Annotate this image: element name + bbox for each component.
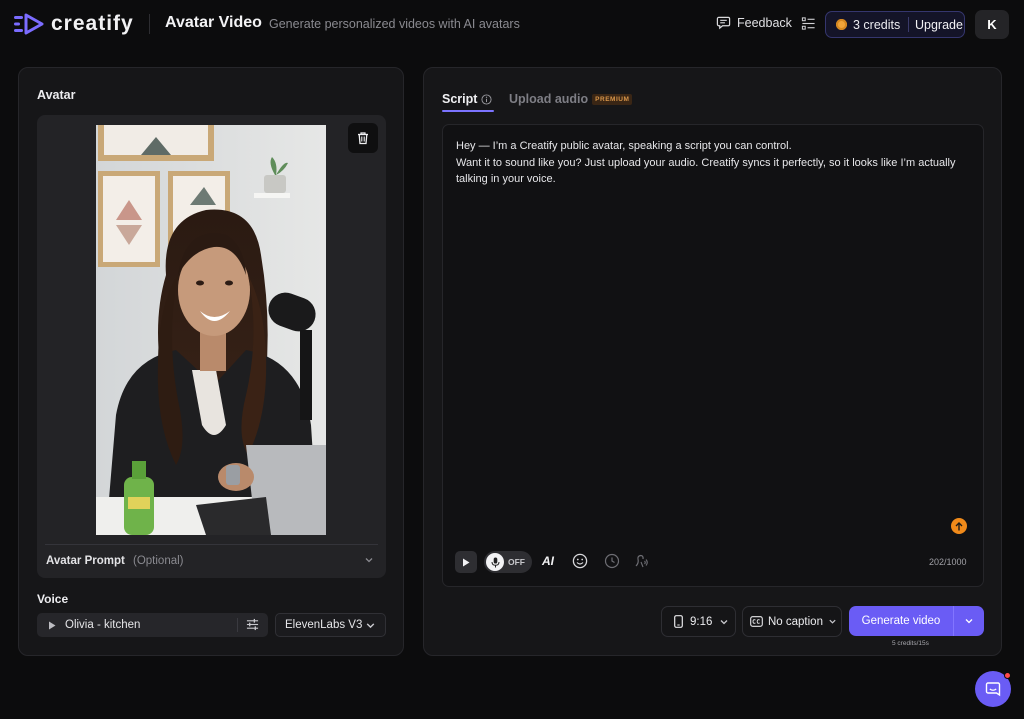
active-tab-indicator [442,110,494,112]
cc-icon [750,616,763,627]
mic-toggle[interactable]: OFF [484,551,532,573]
aspect-ratio-label: 9:16 [690,615,713,628]
credits-indicator[interactable]: 3 credits [826,18,908,32]
credits-upgrade-box: 3 credits Upgrade [825,11,965,38]
script-editor[interactable]: Hey — I’m a Creatify public avatar, spea… [442,124,984,587]
generate-cost-note: 5 credits/15s [892,640,929,647]
tab-upload-label: Upload audio [509,92,589,106]
avatar-prompt-label[interactable]: Avatar Prompt [46,555,125,567]
generate-video-button[interactable]: Generate video [849,615,953,627]
chevron-down-icon [720,619,728,624]
trash-icon [358,132,368,145]
script-line: Want it to sound like you? Just upload y… [456,156,956,186]
chevron-down-icon [965,619,973,624]
tab-upload-audio[interactable]: Upload audio PREMIUM [509,92,633,106]
avatar-prompt-optional: (Optional) [133,555,184,567]
voice-select-separator [237,618,238,632]
voice-selector[interactable]: Olivia - kitchen [37,613,268,637]
clock-icon[interactable] [604,553,620,569]
upgrade-button[interactable]: Upgrade [909,18,963,32]
upload-arrow-button[interactable] [951,518,967,534]
character-count: 202/1000 [929,557,967,567]
emoji-icon[interactable] [572,553,588,569]
avatar-preview-image[interactable] [96,125,326,535]
delete-avatar-button[interactable] [348,123,378,153]
logo[interactable]: creatify [14,12,134,36]
card-divider [45,544,378,545]
premium-badge: PREMIUM [592,93,633,105]
feedback-button[interactable]: Feedback [716,15,792,30]
script-line: Hey — I’m a Creatify public avatar, spea… [456,140,792,152]
support-chat-button[interactable] [975,671,1011,707]
page-subtitle: Generate personalized videos with AI ava… [269,17,520,31]
avatar-heading: Avatar [37,88,76,102]
info-icon[interactable] [481,93,492,105]
brand-name: creatify [51,12,134,35]
generate-options-button[interactable] [954,616,984,626]
script-panel: Script Upload audio PREMIUM Hey — I’m a … [423,67,1002,656]
voice-effects-icon[interactable] [633,553,649,569]
logo-icon [14,13,44,35]
credits-label: 3 credits [853,17,901,32]
chevron-down-icon [829,619,836,624]
caption-label: No caption [768,615,823,628]
tab-script[interactable]: Script [442,92,492,106]
feedback-label: Feedback [737,15,792,30]
mic-toggle-knob [486,553,504,571]
feedback-icon [716,16,731,30]
chevron-down-icon[interactable] [364,555,374,565]
ai-assist-button[interactable]: AI [542,554,554,568]
aspect-ratio-select[interactable]: 9:16 [661,606,736,637]
caption-select[interactable]: No caption [742,606,842,637]
avatar-illustration [96,125,326,535]
header-divider [149,14,150,34]
notification-dot [1004,672,1011,679]
sliders-icon[interactable] [246,618,259,631]
list-settings-icon[interactable] [801,16,816,31]
page-title: Avatar Video [165,14,262,31]
generate-video-button-group: Generate video [849,606,984,636]
voice-name: Olivia - kitchen [65,619,141,631]
preview-play-button[interactable] [455,551,477,573]
voice-model-label: ElevenLabs V3 [285,619,363,631]
avatar-card: Avatar Prompt (Optional) [37,115,386,578]
chat-icon [985,682,1001,697]
phone-icon [674,615,683,628]
play-icon [463,558,470,566]
script-textarea[interactable]: Hey — I’m a Creatify public avatar, spea… [456,138,976,188]
mic-state-label: OFF [508,557,525,567]
top-bar: creatify Avatar Video Generate personali… [0,0,1024,48]
mic-icon [491,557,499,567]
user-avatar[interactable]: K [975,10,1009,39]
upload-arrow-icon [955,521,963,530]
voice-heading: Voice [37,592,69,606]
voice-model-select[interactable]: ElevenLabs V3 [275,613,386,637]
avatar-panel: Avatar Avatar Prompt (Optional) Voice Ol… [18,67,404,656]
tab-script-label: Script [442,92,478,106]
coin-icon [836,19,847,30]
play-icon[interactable] [48,621,56,630]
chevron-down-icon [366,623,375,629]
